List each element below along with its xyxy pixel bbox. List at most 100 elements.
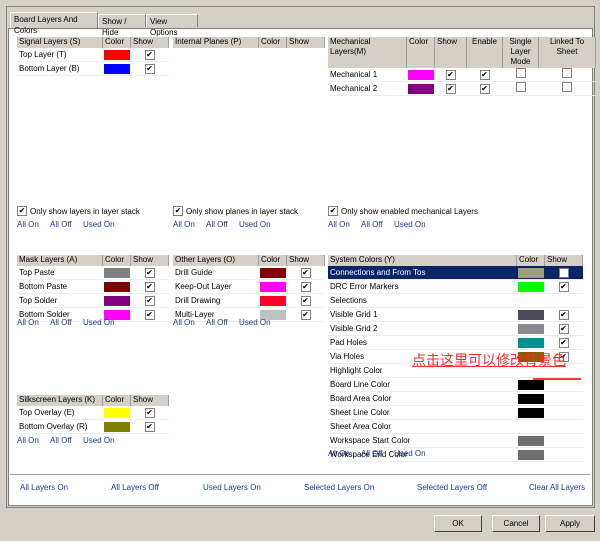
color-swatch[interactable] [516,321,545,336]
mech-all-on-link[interactable]: All On [328,220,350,229]
table-row[interactable]: Visible Grid 2 ✔ [328,321,583,336]
color-swatch[interactable] [516,391,545,406]
checkbox[interactable]: ✔ [445,69,456,80]
color-swatch[interactable] [406,68,435,82]
checkbox[interactable] [562,68,572,78]
mask-all-off-link[interactable]: All Off [50,318,72,327]
color-swatch[interactable] [102,61,131,76]
planes-used-on-link[interactable]: Used On [239,220,271,229]
other-all-on-link[interactable]: All On [173,318,195,327]
silk-all-on-link[interactable]: All On [17,436,39,445]
checkbox[interactable]: ✔ [479,83,490,94]
checkbox[interactable]: ✔ [300,295,311,306]
checkbox[interactable]: ✔ [300,309,311,320]
cancel-button[interactable]: Cancel [492,515,540,532]
color-swatch[interactable] [516,307,545,322]
table-row[interactable]: Bottom Overlay (R) ✔ [17,419,169,434]
tab-view-options[interactable]: View Options [146,14,198,37]
table-row[interactable]: Bottom Layer (B) ✔ [17,61,169,76]
other-all-off-link[interactable]: All Off [206,318,228,327]
table-row[interactable]: Visible Grid 1 ✔ [328,307,583,322]
silk-all-off-link[interactable]: All Off [50,436,72,445]
table-row[interactable]: Top Solder ✔ [17,293,169,308]
checkbox[interactable]: ✔ [300,281,311,292]
tab-board-layers[interactable]: Board Layers And Colors [10,12,98,35]
bottom-link[interactable]: All Layers Off [111,483,159,492]
checkbox[interactable]: ✔ [144,63,155,74]
only-layers-in-stack-checkbox[interactable]: ✔ Only show layers in layer stack [17,206,140,216]
signal-all-on-link[interactable]: All On [17,220,39,229]
table-row[interactable]: Board Area Color [328,391,583,406]
checkbox[interactable]: ✔ [144,421,155,432]
color-swatch[interactable] [102,293,131,308]
color-swatch[interactable] [102,266,131,280]
checkbox[interactable]: ✔ [300,267,311,278]
only-enabled-mech-checkbox[interactable]: ✔ Only show enabled mechanical Layers [328,206,478,216]
table-row[interactable]: Mechanical 2 ✔ ✔ [328,81,596,96]
ok-button[interactable]: OK [434,515,482,532]
checkbox[interactable]: ✔ [558,267,569,278]
color-swatch[interactable] [516,405,545,420]
checkbox[interactable] [562,82,572,92]
checkbox[interactable]: ✔ [445,83,456,94]
system-used-on-link[interactable]: Used On [394,449,426,458]
bottom-link[interactable]: Selected Layers Off [417,483,487,492]
color-swatch[interactable] [516,447,545,462]
checkbox[interactable]: ✔ [558,323,569,334]
checkbox[interactable]: ✔ [17,206,27,216]
color-swatch[interactable] [258,279,287,294]
table-row[interactable]: Workspace Start Color [328,433,583,448]
system-all-off-link[interactable]: All Off [361,449,383,458]
checkbox[interactable]: ✔ [558,281,569,292]
table-row[interactable]: Top Paste ✔ [17,266,169,280]
checkbox[interactable] [515,68,526,78]
table-row[interactable]: Pad Holes ✔ [328,335,583,350]
planes-all-on-link[interactable]: All On [173,220,195,229]
color-swatch[interactable] [102,419,131,434]
color-swatch[interactable] [516,266,545,280]
table-row[interactable]: Sheet Line Color [328,405,583,420]
color-swatch[interactable] [516,335,545,350]
color-swatch[interactable] [516,433,545,448]
color-swatch[interactable] [516,419,545,434]
table-row[interactable]: Top Overlay (E) ✔ [17,406,169,420]
checkbox[interactable]: ✔ [558,337,569,348]
bottom-link[interactable]: Clear All Layers [529,483,585,492]
checkbox[interactable]: ✔ [328,206,338,216]
mask-all-on-link[interactable]: All On [17,318,39,327]
checkbox[interactable]: ✔ [144,267,155,278]
planes-all-off-link[interactable]: All Off [206,220,228,229]
other-used-on-link[interactable]: Used On [239,318,271,327]
tab-show-hide[interactable]: Show / Hide [98,14,146,37]
checkbox[interactable] [515,82,526,92]
table-row[interactable]: Sheet Area Color [328,419,583,434]
bottom-link[interactable]: Used Layers On [203,483,261,492]
mech-all-off-link[interactable]: All Off [361,220,383,229]
table-row[interactable]: Selections [328,293,583,308]
checkbox[interactable]: ✔ [558,309,569,320]
apply-button[interactable]: Apply [545,515,595,532]
color-swatch[interactable] [258,266,287,280]
checkbox[interactable]: ✔ [144,281,155,292]
checkbox[interactable]: ✔ [173,206,183,216]
color-swatch[interactable] [102,279,131,294]
table-row[interactable]: Drill Guide ✔ [173,266,325,280]
table-row[interactable]: Mechanical 1 ✔ ✔ [328,68,596,82]
checkbox[interactable]: ✔ [144,309,155,320]
bottom-link[interactable]: Selected Layers On [304,483,374,492]
system-all-on-link[interactable]: All On [328,449,350,458]
table-row[interactable]: Drill Drawing ✔ [173,293,325,308]
color-swatch[interactable] [102,406,131,420]
color-swatch[interactable] [258,293,287,308]
table-row[interactable]: Connections and From Tos ✔ [328,266,583,280]
checkbox[interactable]: ✔ [144,49,155,60]
bottom-link[interactable]: All Layers On [20,483,68,492]
silk-used-on-link[interactable]: Used On [83,436,115,445]
table-row[interactable]: Keep-Out Layer ✔ [173,279,325,294]
table-row[interactable]: Top Layer (T) ✔ [17,48,169,62]
mask-used-on-link[interactable]: Used On [83,318,115,327]
checkbox[interactable]: ✔ [479,69,490,80]
mech-used-on-link[interactable]: Used On [394,220,426,229]
table-row[interactable]: DRC Error Markers ✔ [328,279,583,294]
color-swatch[interactable] [406,81,435,96]
